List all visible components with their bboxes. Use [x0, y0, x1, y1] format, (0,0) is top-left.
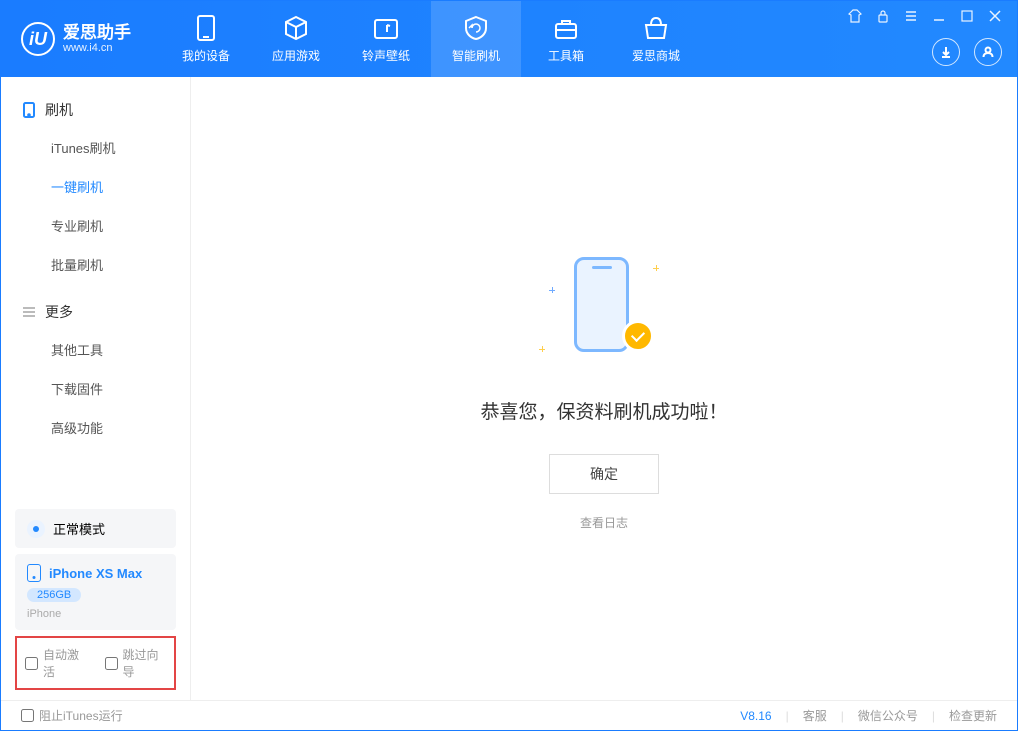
version-label: V8.16 [740, 709, 771, 723]
nav-apps[interactable]: 应用游戏 [251, 1, 341, 77]
minimize-icon[interactable] [932, 9, 946, 26]
check-badge-icon [622, 320, 654, 352]
ok-button[interactable]: 确定 [549, 454, 659, 494]
music-folder-icon [373, 15, 399, 41]
mode-icon [27, 520, 45, 538]
device-type: iPhone [27, 608, 61, 620]
sidebar-item-batch-flash[interactable]: 批量刷机 [1, 245, 190, 284]
store-icon [643, 15, 669, 41]
nav-device[interactable]: 我的设备 [161, 1, 251, 77]
sidebar-item-pro-flash[interactable]: 专业刷机 [1, 206, 190, 245]
device-capacity: 256GB [27, 588, 81, 602]
sidebar-item-oneclick-flash[interactable]: 一键刷机 [1, 167, 190, 206]
nav-ringwall[interactable]: 铃声壁纸 [341, 1, 431, 77]
nav-store[interactable]: 爱思商城 [611, 1, 701, 77]
auto-activate-checkbox[interactable]: 自动激活 [25, 646, 87, 680]
download-button[interactable] [932, 38, 960, 66]
device-small-icon [27, 564, 41, 582]
sidebar-group-flash: 刷机 [1, 92, 190, 128]
main-content: 恭喜您，保资料刷机成功啦！ 确定 查看日志 [191, 77, 1017, 700]
logo-icon: iU [21, 22, 55, 56]
logo-url: www.i4.cn [63, 42, 131, 54]
toolbox-icon [553, 15, 579, 41]
nav-toolbox[interactable]: 工具箱 [521, 1, 611, 77]
cube-icon [283, 15, 309, 41]
block-itunes-checkbox[interactable]: 阻止iTunes运行 [21, 707, 123, 724]
logo-title: 爱思助手 [63, 24, 131, 43]
refresh-shield-icon [463, 15, 489, 41]
sidebar-item-download-firmware[interactable]: 下载固件 [1, 369, 190, 408]
menu-icon[interactable] [904, 9, 918, 26]
checkbox-highlight-box: 自动激活 跳过向导 [15, 636, 176, 690]
customer-service-link[interactable]: 客服 [803, 707, 827, 724]
check-update-link[interactable]: 检查更新 [949, 707, 997, 724]
user-button[interactable] [974, 38, 1002, 66]
header: iU 爱思助手 www.i4.cn 我的设备 应用游戏 铃声壁纸 智能刷机 [1, 1, 1017, 77]
statusbar: 阻止iTunes运行 V8.16 | 客服 | 微信公众号 | 检查更新 [1, 700, 1017, 730]
mode-label: 正常模式 [53, 519, 105, 538]
logo: iU 爱思助手 www.i4.cn [21, 22, 131, 56]
success-message: 恭喜您，保资料刷机成功啦！ [480, 397, 727, 424]
view-log-link[interactable]: 查看日志 [580, 514, 628, 531]
window-controls [848, 1, 1002, 26]
device-name: iPhone XS Max [49, 566, 142, 581]
sidebar-item-itunes-flash[interactable]: iTunes刷机 [1, 128, 190, 167]
sidebar-item-other-tools[interactable]: 其他工具 [1, 330, 190, 369]
wechat-link[interactable]: 微信公众号 [858, 707, 918, 724]
phone-icon [21, 102, 37, 118]
sidebar-item-advanced[interactable]: 高级功能 [1, 408, 190, 447]
list-icon [21, 304, 37, 320]
maximize-icon[interactable] [960, 9, 974, 26]
close-icon[interactable] [988, 9, 1002, 26]
skip-wizard-checkbox[interactable]: 跳过向导 [105, 646, 167, 680]
sidebar: 刷机 iTunes刷机 一键刷机 专业刷机 批量刷机 更多 其他工具 下载固件 … [1, 77, 191, 700]
tshirt-icon[interactable] [848, 9, 862, 26]
lock-icon[interactable] [876, 9, 890, 26]
success-illustration [539, 257, 669, 367]
mode-card[interactable]: 正常模式 [15, 509, 176, 548]
sidebar-group-more: 更多 [1, 294, 190, 330]
device-icon [193, 15, 219, 41]
main-nav: 我的设备 应用游戏 铃声壁纸 智能刷机 工具箱 爱思商城 [161, 1, 701, 77]
nav-flash[interactable]: 智能刷机 [431, 1, 521, 77]
device-card[interactable]: iPhone XS Max 256GB iPhone [15, 554, 176, 630]
